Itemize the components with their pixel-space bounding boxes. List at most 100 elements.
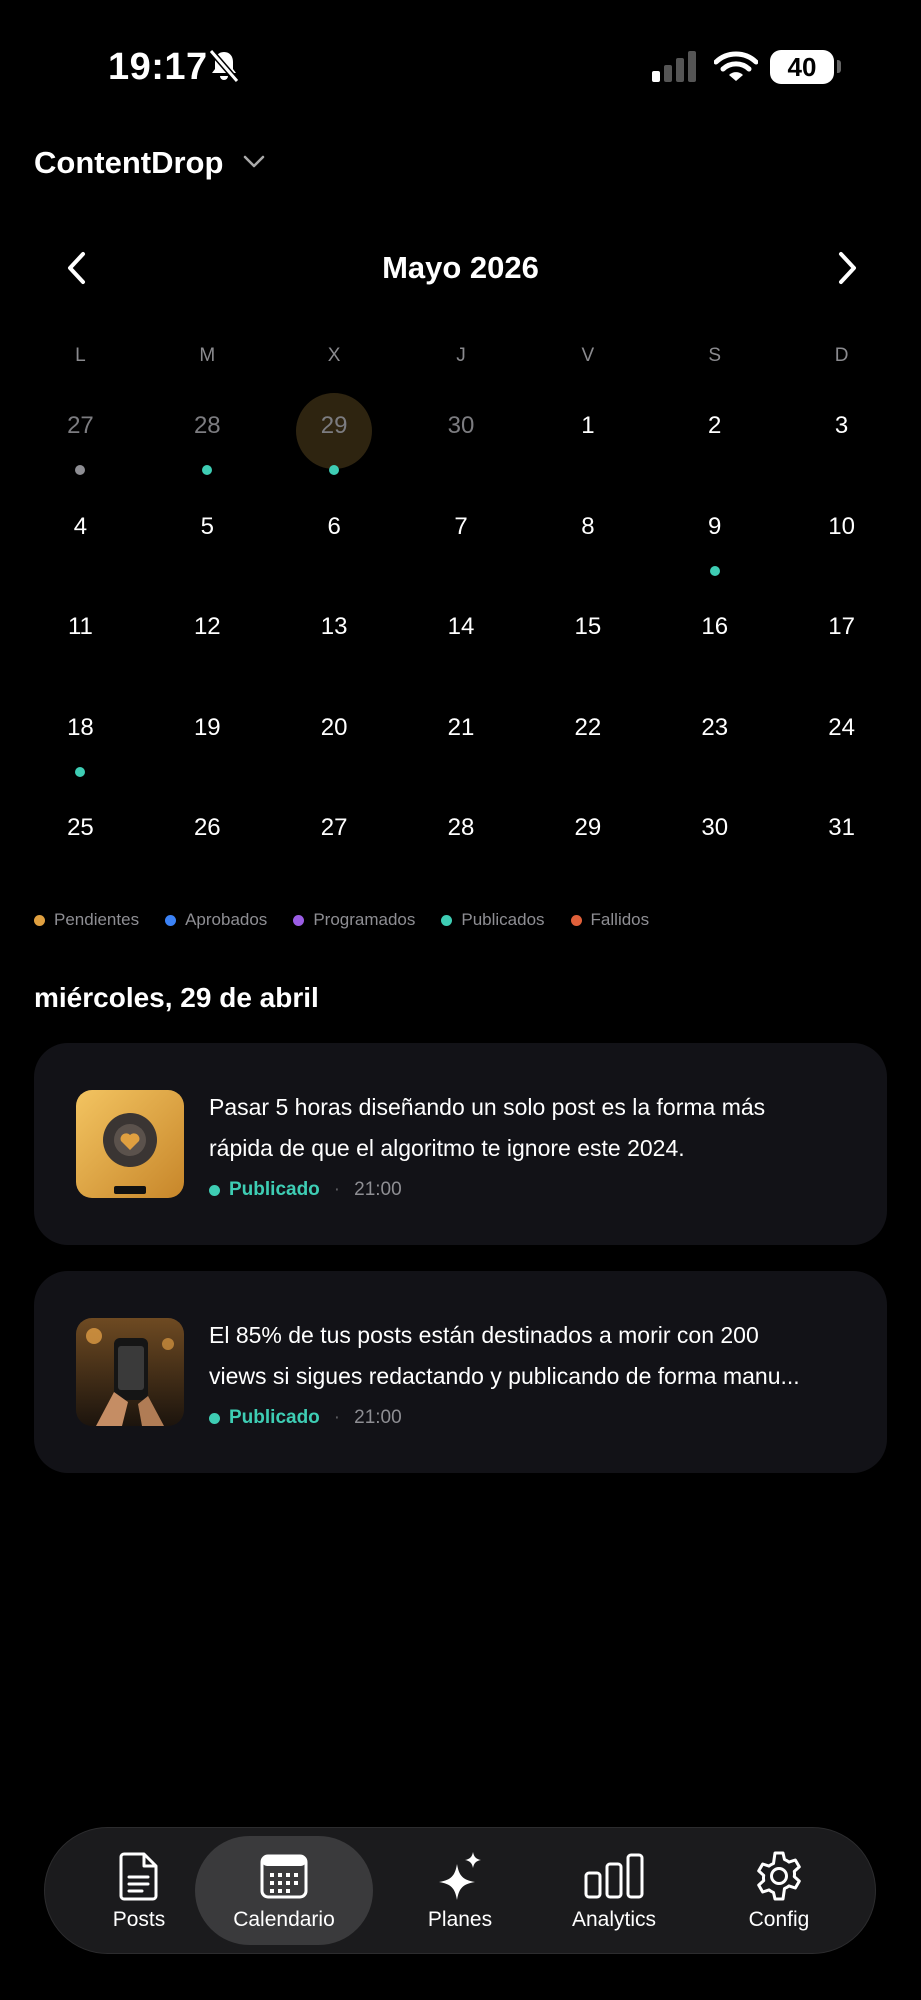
calendar-day[interactable]: 19 — [144, 692, 271, 793]
calendar-grid: 27 28 29 30 1 2 3 4 5 6 7 8 9 10 11 12 13 14 15 16 17 18 19 20 2… — [17, 390, 905, 893]
post-indicator-dot — [202, 465, 213, 475]
day-number: 22 — [574, 713, 602, 741]
calendar-day[interactable]: 15 — [524, 591, 651, 692]
legend-color-dot — [570, 914, 582, 926]
day-number: 9 — [708, 512, 722, 540]
day-number: 28 — [193, 412, 221, 439]
calendar-day[interactable]: 8 — [524, 491, 651, 592]
day-number: 29 — [574, 814, 602, 841]
post-indicator-dot — [329, 465, 340, 475]
calendar-day[interactable]: 14 — [398, 591, 525, 692]
bell-slash-icon — [208, 49, 240, 83]
calendar-day[interactable]: 9 — [651, 491, 778, 592]
calendar-day[interactable]: 5 — [144, 491, 271, 592]
post-thumbnail — [76, 1090, 184, 1198]
chevron-down-icon[interactable] — [243, 155, 265, 169]
legend-item: Programados — [293, 910, 415, 930]
post-caption: El 85% de tus posts están destinados a m… — [209, 1315, 849, 1397]
day-number: 17 — [828, 613, 855, 640]
legend-label: Programados — [313, 910, 416, 929]
weekday-label: D — [834, 345, 849, 366]
status-legend: Pendientes Aprobados Programados Publicados… — [34, 910, 675, 930]
calendar-day[interactable]: 3 — [778, 390, 905, 491]
calendar-day[interactable]: 28 — [398, 792, 525, 893]
legend-label: Fallidos — [590, 910, 650, 929]
calendar-day[interactable]: 13 — [271, 591, 398, 692]
day-number: 29 — [320, 412, 348, 439]
day-number: 4 — [73, 512, 88, 540]
calendar-day[interactable]: 10 — [778, 491, 905, 592]
day-number: 1 — [581, 412, 595, 439]
calendar-day[interactable]: 23 — [651, 692, 778, 793]
tab-label: Planes — [427, 1908, 493, 1931]
status-dot — [209, 1184, 220, 1196]
calendar-day[interactable]: 7 — [398, 491, 525, 592]
calendar-day[interactable]: 17 — [778, 591, 905, 692]
calendar-day[interactable]: 11 — [17, 591, 144, 692]
legend-item: Pendientes — [34, 910, 139, 930]
calendar-week: 25 26 27 28 29 30 31 — [17, 792, 905, 893]
post-thumbnail — [76, 1318, 184, 1426]
calendar-day[interactable]: 27 — [17, 390, 144, 491]
tab-posts[interactable]: Posts — [89, 1828, 189, 1953]
calendar-day[interactable]: 28 — [144, 390, 271, 491]
wifi-icon — [714, 51, 758, 81]
post-card[interactable]: Pasar 5 horas diseñando un solo post es … — [34, 1043, 887, 1245]
legend-item: Publicados — [441, 910, 545, 930]
bar-chart-icon — [584, 1853, 644, 1899]
legend-color-dot — [441, 914, 453, 926]
day-number: 15 — [574, 613, 602, 640]
day-number: 2 — [708, 412, 722, 439]
day-number: 7 — [454, 512, 468, 540]
month-title: Mayo 2026 — [382, 250, 539, 285]
legend-item: Fallidos — [570, 910, 650, 930]
calendar-day[interactable]: 1 — [524, 390, 651, 491]
calendar-day[interactable]: 26 — [144, 792, 271, 893]
calendar-day[interactable]: 24 — [778, 692, 905, 793]
calendar-week: 4 5 6 7 8 9 10 — [17, 491, 905, 592]
day-number: 23 — [701, 713, 729, 741]
day-number: 8 — [581, 512, 595, 540]
status-dot — [209, 1412, 220, 1424]
next-month-button[interactable] — [826, 248, 866, 288]
legend-color-dot — [293, 914, 305, 926]
calendar-day[interactable]: 25 — [17, 792, 144, 893]
calendar-day[interactable]: 31 — [778, 792, 905, 893]
tab-planes[interactable]: Planes — [405, 1828, 515, 1953]
calendar-day[interactable]: 29 — [524, 792, 651, 893]
account-switcher-title[interactable]: ContentDrop — [34, 145, 223, 181]
calendar-day[interactable]: 6 — [271, 491, 398, 592]
tab-config[interactable]: Config — [731, 1828, 827, 1953]
day-number: 30 — [447, 412, 475, 439]
day-number: 5 — [200, 512, 214, 540]
day-number: 30 — [701, 814, 729, 841]
calendar-icon — [260, 1854, 308, 1899]
calendar-day[interactable]: 20 — [271, 692, 398, 793]
calendar-day[interactable]: 21 — [398, 692, 525, 793]
cellular-signal-icon — [652, 51, 696, 82]
post-caption-line: El 85% de tus posts están destinados a m… — [209, 1322, 759, 1348]
day-number: 26 — [193, 814, 221, 841]
tab-calendario[interactable]: Calendario — [195, 1828, 373, 1953]
calendar-day[interactable]: 27 — [271, 792, 398, 893]
status-time: 19:17 — [108, 46, 208, 88]
calendar-day[interactable]: 30 — [398, 390, 525, 491]
post-card[interactable]: El 85% de tus posts están destinados a m… — [34, 1271, 887, 1473]
calendar-day[interactable]: 16 — [651, 591, 778, 692]
post-time: 21:00 — [354, 1179, 402, 1200]
calendar-day[interactable]: 22 — [524, 692, 651, 793]
calendar-day[interactable]: 2 — [651, 390, 778, 491]
calendar-day[interactable]: 30 — [651, 792, 778, 893]
calendar-day[interactable]: 18 — [17, 692, 144, 793]
calendar-week: 18 19 20 21 22 23 24 — [17, 692, 905, 793]
gear-icon — [757, 1851, 801, 1901]
day-number: 12 — [193, 613, 221, 640]
calendar-day-selected[interactable]: 29 — [271, 390, 398, 491]
calendar-week: 27 28 29 30 1 2 3 — [17, 390, 905, 491]
post-indicator-dot — [75, 465, 86, 475]
day-number: 14 — [447, 613, 475, 640]
tab-analytics[interactable]: Analytics — [549, 1828, 679, 1953]
calendar-day[interactable]: 12 — [144, 591, 271, 692]
calendar-day[interactable]: 4 — [17, 491, 144, 592]
day-number: 24 — [828, 713, 855, 741]
